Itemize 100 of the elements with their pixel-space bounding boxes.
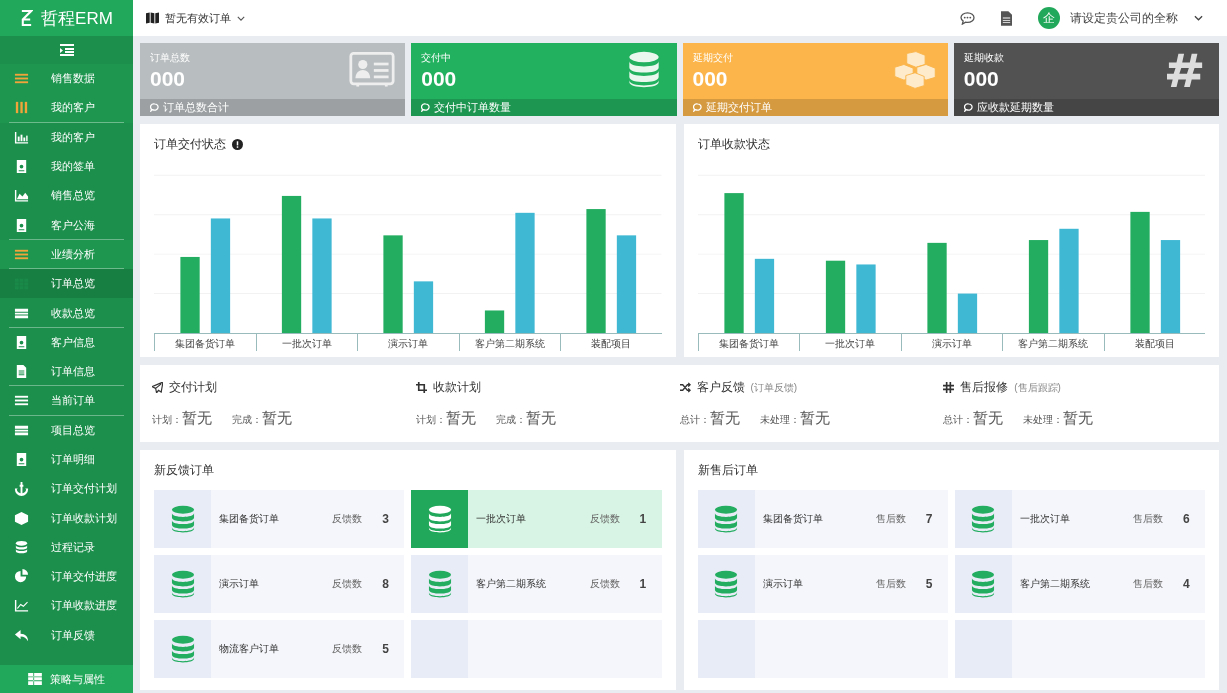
sidebar-item[interactable]: 订单明细 bbox=[0, 444, 133, 475]
chart-bar bbox=[413, 281, 434, 333]
stat-footer: 应收款延期数量 bbox=[953, 99, 1219, 116]
sidebar-item[interactable]: 订单信息 bbox=[0, 356, 133, 387]
order-name: 客户第二期系统 bbox=[475, 577, 548, 591]
sidebar-item[interactable]: 销售数据 bbox=[0, 64, 133, 94]
database-icon bbox=[169, 634, 196, 664]
sidebar-item[interactable]: 销售总览 bbox=[0, 181, 133, 211]
contact-icon bbox=[14, 334, 29, 350]
order-name: 演示订单 bbox=[761, 577, 804, 591]
stat-value: 000 bbox=[421, 67, 457, 91]
database-icon bbox=[970, 569, 997, 599]
app-name: 哲程ERM bbox=[41, 7, 113, 30]
sidebar-item[interactable]: 业绩分析 bbox=[0, 239, 133, 270]
sidebar-item[interactable]: 项目总览 bbox=[0, 415, 133, 445]
panel-title: 新售后订单 bbox=[697, 462, 759, 479]
order-card[interactable]: 物流客户订单 反馈数 5 bbox=[154, 620, 405, 678]
stat-footer: 交付中订单数量 bbox=[411, 99, 677, 116]
order-name: 集团备货订单 bbox=[761, 512, 824, 526]
stat-footer: 订单总数合计 bbox=[140, 99, 406, 116]
chart-bar bbox=[957, 293, 977, 333]
sidebar-item[interactable]: 订单反馈 bbox=[0, 620, 133, 650]
axis-label: 演示订单 bbox=[900, 334, 1002, 351]
stat-label: 完成： bbox=[232, 413, 262, 427]
summary-title: 收款计划 bbox=[432, 379, 481, 396]
sidebar-item[interactable]: 收款总览 bbox=[0, 298, 133, 328]
stat-label: 完成： bbox=[495, 413, 526, 427]
area-chart-icon bbox=[14, 188, 29, 204]
sidebar-item[interactable]: 订单收款进度 bbox=[0, 591, 133, 621]
sidebar-item[interactable]: 订单收款计划 bbox=[0, 503, 133, 533]
stat-title: 交付中 bbox=[421, 51, 453, 65]
send-icon bbox=[152, 382, 163, 393]
order-card[interactable]: 集团备货订单 售后数 7 bbox=[697, 490, 948, 548]
count-label: 反馈数 bbox=[332, 642, 363, 656]
chart-bar bbox=[855, 264, 876, 333]
stat-value: 000 bbox=[963, 67, 1000, 91]
order-name: 客户第二期系统 bbox=[1018, 577, 1091, 591]
columns-icon bbox=[14, 100, 29, 116]
database-icon bbox=[426, 569, 453, 599]
stat-title: 订单总数 bbox=[150, 51, 190, 65]
stat-value: 暂无 bbox=[262, 409, 292, 428]
stat-label: 计划： bbox=[152, 413, 182, 427]
database-icon bbox=[169, 569, 196, 599]
stat-value: 暂无 bbox=[973, 409, 1004, 428]
sidebar-item[interactable]: 过程记录 bbox=[0, 532, 133, 563]
order-card[interactable]: 客户第二期系统 售后数 4 bbox=[954, 555, 1205, 613]
database-icon bbox=[169, 504, 196, 534]
order-card[interactable]: 一批次订单 售后数 6 bbox=[954, 490, 1205, 548]
sidebar-item[interactable]: 客户公海 bbox=[0, 210, 133, 240]
count-label: 售后数 bbox=[1133, 577, 1163, 591]
chart-title: 订单收款状态 bbox=[697, 135, 770, 153]
count-label: 反馈数 bbox=[589, 512, 620, 526]
chat-icon[interactable] bbox=[960, 11, 975, 25]
order-name: 集团备货订单 bbox=[218, 512, 280, 526]
sidebar-footer-button[interactable]: 策略与属性 bbox=[0, 665, 133, 693]
stat-label: 计划： bbox=[415, 413, 446, 427]
count-value: 5 bbox=[382, 642, 390, 656]
sidebar-item[interactable]: 订单总览 bbox=[0, 269, 133, 299]
axis-label: 集团备货订单 bbox=[697, 334, 799, 351]
count-value: 4 bbox=[1183, 577, 1191, 591]
pie-chart-icon bbox=[14, 569, 29, 585]
sidebar-item[interactable]: 当前订单 bbox=[0, 386, 133, 416]
order-card[interactable]: 客户第二期系统 反馈数 1 bbox=[411, 555, 662, 613]
chart-bar bbox=[484, 310, 505, 333]
count-value: 1 bbox=[639, 512, 648, 526]
sidebar-item[interactable]: 订单交付计划 bbox=[0, 474, 133, 504]
chart-title: 订单交付状态 bbox=[154, 135, 226, 153]
database-icon bbox=[14, 539, 29, 555]
avatar: 企 bbox=[1038, 7, 1060, 29]
document-icon[interactable] bbox=[1001, 10, 1012, 26]
axis-label: 装配项目 bbox=[560, 334, 662, 351]
count-value: 1 bbox=[639, 577, 648, 591]
stat-label: 总计： bbox=[679, 413, 710, 427]
sidebar-item[interactable]: 我的签单 bbox=[0, 151, 133, 182]
stat-label: 未处理： bbox=[1023, 414, 1064, 425]
sidebar-item[interactable]: 我的客户 bbox=[0, 93, 133, 123]
sidebar-item[interactable]: 订单交付进度 bbox=[0, 562, 133, 592]
summary-title: 售后报修 bbox=[960, 379, 1009, 396]
order-name: 一批次订单 bbox=[1018, 512, 1071, 526]
stat-value: 暂无 bbox=[445, 409, 476, 428]
stat-title: 延期交付 bbox=[692, 51, 733, 65]
chevron-down-icon bbox=[237, 15, 245, 21]
sidebar-item[interactable]: 客户信息 bbox=[0, 327, 133, 357]
stat-value: 暂无 bbox=[182, 409, 212, 428]
order-card[interactable]: 集团备货订单 反馈数 3 bbox=[154, 490, 405, 548]
order-card[interactable]: 演示订单 反馈数 8 bbox=[154, 555, 405, 613]
book-icon bbox=[14, 452, 29, 467]
order-filter-dropdown[interactable]: 暂无有效订单 bbox=[146, 10, 245, 26]
order-name: 演示订单 bbox=[218, 577, 260, 591]
user-menu[interactable]: 企 请设定贵公司的全称 bbox=[1038, 7, 1203, 29]
order-card[interactable]: 演示订单 售后数 5 bbox=[697, 555, 948, 613]
stat-value: 000 bbox=[150, 67, 187, 91]
summary-title: 客户反馈 bbox=[696, 379, 745, 396]
menu-toggle-icon[interactable] bbox=[59, 44, 74, 56]
count-label: 售后数 bbox=[875, 577, 906, 591]
sidebar-item[interactable]: 我的客户 bbox=[0, 122, 133, 152]
stat-value: 暂无 bbox=[709, 409, 740, 428]
order-card[interactable]: 一批次订单 反馈数 1 bbox=[411, 490, 662, 548]
map-icon bbox=[146, 12, 159, 24]
database-icon bbox=[970, 504, 997, 534]
